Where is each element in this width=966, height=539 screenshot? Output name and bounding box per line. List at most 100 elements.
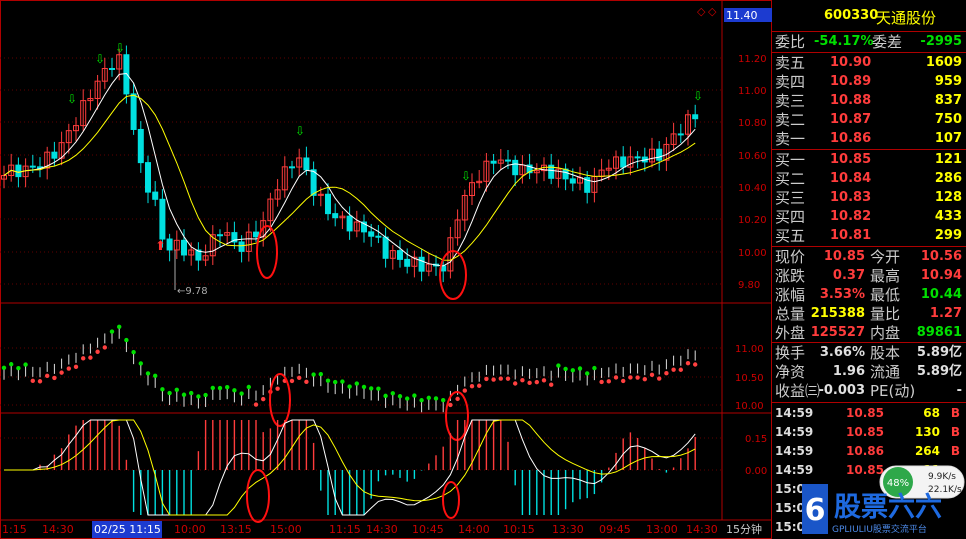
stat-label: 净资 bbox=[775, 363, 806, 381]
macd-tick-label: 0.15 bbox=[745, 434, 767, 445]
indicator-tick-label: 10.50 bbox=[735, 373, 764, 384]
bid-price: 10.85 bbox=[830, 152, 872, 167]
indicator-dot bbox=[541, 378, 547, 383]
bid-level-2: 买二 10.84 286 bbox=[772, 170, 966, 188]
indicator-dot bbox=[88, 355, 93, 360]
candle-body bbox=[181, 239, 187, 256]
tick-volume: 264 bbox=[914, 444, 940, 458]
candle-body bbox=[634, 156, 641, 159]
stat-row: 换手 3.66% 股本 5.89亿 bbox=[772, 344, 966, 362]
bid-volume: 299 bbox=[934, 228, 962, 243]
indicator-dot bbox=[397, 394, 403, 399]
stat-label: 最高 bbox=[870, 267, 901, 285]
indicator-dot bbox=[253, 402, 259, 407]
tick-volume: 68 bbox=[923, 406, 940, 420]
indicator-dot bbox=[448, 402, 453, 408]
tick-row: 14:59 10.85 68 B bbox=[772, 404, 966, 422]
ask-price: 10.89 bbox=[830, 74, 872, 89]
indicator-dot bbox=[333, 379, 338, 385]
candle-body bbox=[137, 128, 144, 164]
stat-value: 125527 bbox=[810, 325, 865, 340]
time-axis-label: 14:30 bbox=[42, 523, 74, 536]
down-arrow-signal-icon: ⇩ bbox=[295, 124, 305, 138]
indicator-dot bbox=[318, 371, 323, 377]
indicator-dot bbox=[347, 384, 352, 389]
stat-row: 外盘 125527 内盘 89861 bbox=[772, 324, 966, 342]
indicator-dot bbox=[232, 388, 237, 393]
indicator-dot bbox=[685, 360, 691, 366]
bid-price: 10.81 bbox=[830, 228, 872, 243]
indicator-dot bbox=[369, 386, 374, 391]
bid-label: 买二 bbox=[775, 170, 806, 188]
low-marker-label: ←9.78 bbox=[177, 286, 208, 297]
candlesticks bbox=[1, 45, 699, 283]
divider bbox=[772, 246, 966, 247]
indicator-dot bbox=[484, 376, 489, 382]
ask-label: 卖一 bbox=[775, 130, 806, 148]
candle-body bbox=[677, 133, 684, 136]
indicator-dot bbox=[81, 356, 86, 361]
macd-tick-label: 0.00 bbox=[745, 466, 767, 477]
weibi-row: 委比 -54.17% 委差 -2995 bbox=[772, 33, 966, 51]
indicator-dot bbox=[160, 387, 165, 392]
indicator-dot bbox=[210, 385, 215, 391]
indicator-dot bbox=[217, 385, 223, 391]
tick-row: 14:59 10.86 264 B bbox=[772, 442, 966, 460]
indicator-dot bbox=[477, 383, 482, 388]
indicator-dot bbox=[527, 380, 532, 386]
candle-body bbox=[382, 236, 389, 259]
candle-body bbox=[397, 250, 403, 260]
indicator-dot bbox=[66, 366, 72, 371]
bid-volume: 433 bbox=[934, 209, 962, 224]
stat-value: 1.27 bbox=[929, 306, 962, 321]
candle-body bbox=[505, 159, 511, 162]
indicator-dot bbox=[304, 379, 309, 385]
price-tick-label: 10.40 bbox=[738, 183, 767, 194]
stat-row: 总量 215388 量比 1.27 bbox=[772, 305, 966, 323]
indicator-dot bbox=[131, 349, 136, 355]
candle-body bbox=[159, 198, 166, 240]
kline-chart-svg[interactable]: 11.40 ◇ ◇ 11.20 11.00 10.80 10.60 10.40 10.20 10.… bbox=[0, 0, 772, 539]
indicator-dot bbox=[52, 375, 57, 381]
candle-body bbox=[238, 241, 245, 252]
candle-body bbox=[656, 148, 663, 161]
indicator-dot bbox=[45, 373, 50, 379]
ask-level-2: 卖二 10.87 750 bbox=[772, 111, 966, 129]
stat-label: 量比 bbox=[870, 305, 901, 323]
tick-time: 14:59 bbox=[775, 463, 814, 477]
stat-value: 89861 bbox=[916, 325, 962, 340]
indicator-dot bbox=[405, 396, 410, 401]
candle-body bbox=[51, 151, 58, 159]
stat-label: 外盘 bbox=[775, 324, 806, 342]
indicator-dot bbox=[289, 378, 295, 384]
divider bbox=[772, 52, 966, 53]
candle-body bbox=[29, 165, 36, 168]
ask-volume: 837 bbox=[934, 93, 962, 108]
ask-label: 卖五 bbox=[775, 54, 806, 72]
indicator-dot bbox=[390, 391, 395, 396]
stat-value: 10.44 bbox=[920, 287, 962, 302]
indicator-dot bbox=[297, 375, 302, 381]
diamond-icon: ◇ bbox=[708, 5, 717, 18]
indicator-dot bbox=[570, 368, 575, 373]
candle-body bbox=[569, 178, 576, 184]
candle-body bbox=[332, 213, 339, 219]
indicator-dot bbox=[642, 376, 647, 382]
indicator-dot bbox=[153, 373, 158, 379]
indicator-dot bbox=[693, 362, 698, 367]
stat-row: 收益㈢ -0.003 PE(动) - bbox=[772, 382, 966, 400]
indicator-dot bbox=[73, 364, 79, 370]
highlight-ellipse bbox=[246, 469, 270, 523]
indicator-dot bbox=[174, 387, 179, 392]
candle-body bbox=[375, 235, 382, 238]
indicator-dot bbox=[1, 365, 7, 370]
stat-row: 净资 1.96 流通 5.89亿 bbox=[772, 363, 966, 381]
stat-label: 涨跌 bbox=[775, 267, 806, 285]
stat-value: 5.89亿 bbox=[916, 345, 962, 360]
bid-label: 买四 bbox=[775, 208, 806, 226]
indicator-dot bbox=[225, 384, 230, 390]
time-axis-label: 10:45 bbox=[412, 523, 444, 536]
indicator-dot bbox=[606, 379, 611, 384]
indicator-dot bbox=[145, 371, 151, 376]
indicator-dot bbox=[433, 396, 439, 401]
